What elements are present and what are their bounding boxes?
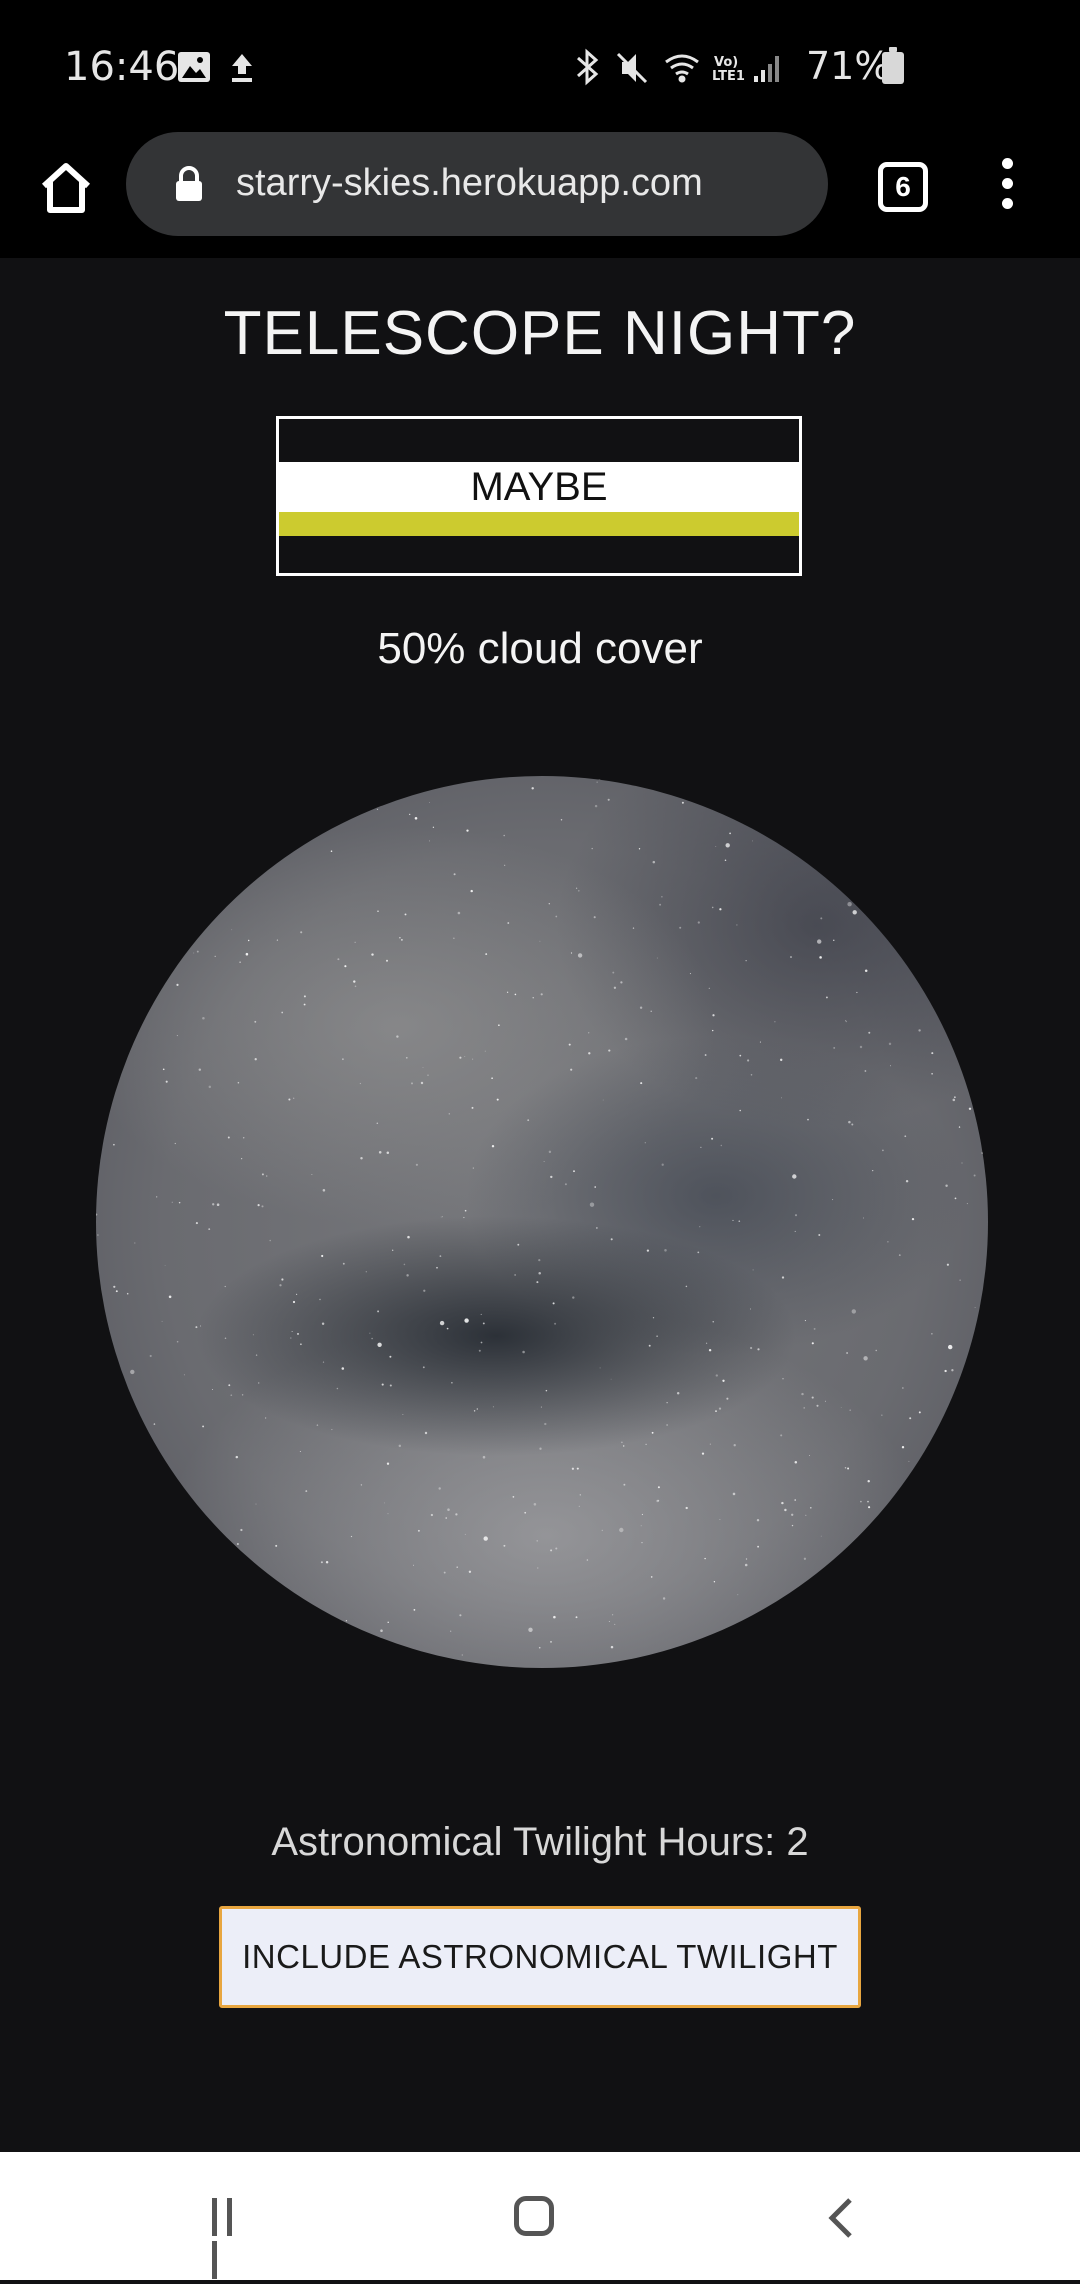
battery-percent: 71% (806, 44, 891, 88)
svg-text:Vo): Vo) (714, 55, 738, 70)
tab-switcher-button[interactable]: 6 (878, 162, 928, 212)
cloud-cover-text: 50% cloud cover (377, 624, 703, 673)
night-sky-image (96, 776, 988, 1668)
svg-text:LTE1: LTE1 (712, 69, 745, 84)
battery-icon (882, 47, 904, 84)
upload-icon (232, 54, 252, 82)
status-bar: 16:46 Vo) LTE1 71% (0, 0, 1080, 128)
verdict-box: MAYBE (276, 416, 802, 576)
url-text: starry-skies.herokuapp.com (236, 162, 703, 204)
lock-icon (174, 166, 204, 202)
status-right-icons: Vo) LTE1 (574, 48, 794, 93)
nav-home-icon[interactable] (514, 2196, 554, 2236)
image-icon (178, 52, 210, 82)
twilight-hours-text: Astronomical Twilight Hours: 2 (271, 1820, 809, 1864)
bluetooth-icon (577, 48, 599, 86)
page-title: TELESCOPE NIGHT? (223, 299, 857, 368)
home-icon[interactable] (36, 158, 96, 218)
status-time: 16:46 (64, 44, 180, 90)
more-menu-icon[interactable] (992, 158, 1022, 218)
volte-icon: Vo) LTE1 (712, 55, 745, 84)
include-twilight-button[interactable]: INCLUDE ASTRONOMICAL TWILIGHT (219, 1906, 861, 2008)
verdict-label: MAYBE (279, 462, 799, 512)
back-icon[interactable] (822, 2196, 862, 2240)
verdict-color-bar (279, 512, 799, 536)
page-content: TELESCOPE NIGHT? MAYBE 50% cloud cover A… (0, 258, 1080, 2152)
system-nav-bar (0, 2152, 1080, 2280)
wifi-icon (665, 54, 699, 83)
recents-icon[interactable] (212, 2198, 256, 2279)
signal-icon (754, 56, 779, 82)
status-left-icons (176, 50, 266, 91)
mute-icon (616, 52, 648, 84)
address-bar[interactable]: starry-skies.herokuapp.com (126, 132, 828, 236)
browser-toolbar: starry-skies.herokuapp.com 6 (0, 128, 1080, 258)
